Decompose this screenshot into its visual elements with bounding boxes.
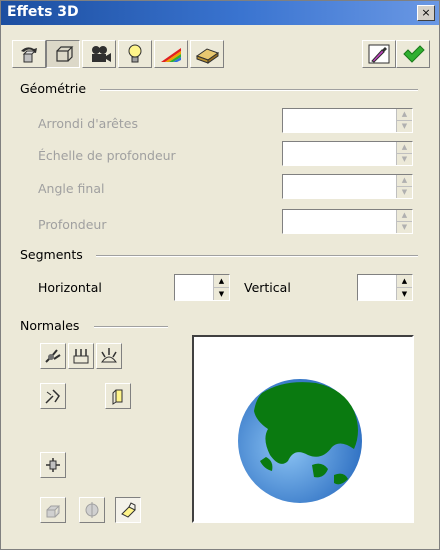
geometry-separator xyxy=(100,89,418,91)
title-bar[interactable]: Effets 3D × xyxy=(1,1,439,25)
convert-to-3d-small-button[interactable] xyxy=(40,497,66,523)
horizontal-segments-field[interactable]: ▲ ▼ xyxy=(174,274,230,301)
eyedropper-icon xyxy=(368,44,390,64)
spherical-normals-button[interactable] xyxy=(96,343,122,369)
material-button[interactable] xyxy=(190,40,224,68)
double-sided-lighting-icon xyxy=(112,389,123,405)
apply-button[interactable] xyxy=(396,40,430,68)
convert-to-lathe-button[interactable] xyxy=(79,497,105,523)
depth-label: Profondeur xyxy=(38,217,107,232)
lightbulb-icon xyxy=(128,44,142,63)
depth-scale-field[interactable]: ▲ ▼ xyxy=(282,141,413,166)
perspective-button[interactable] xyxy=(115,497,141,523)
convert-to-lathe-icon xyxy=(85,502,99,518)
object-specific-normals-icon xyxy=(45,349,61,363)
spin-down-button[interactable]: ▼ xyxy=(397,154,412,166)
material-icon xyxy=(195,48,220,64)
horizontal-label: Horizontal xyxy=(38,280,102,295)
spin-up-button[interactable]: ▲ xyxy=(397,109,412,121)
texture-icon xyxy=(161,48,181,62)
vertical-label: Vertical xyxy=(244,280,291,295)
depth-field[interactable]: ▲ ▼ xyxy=(282,209,413,234)
textures-button[interactable] xyxy=(154,40,188,68)
convert-to-3d-icon xyxy=(21,47,37,63)
invert-normals-button[interactable] xyxy=(40,383,66,409)
edge-rounding-field[interactable]: ▲ ▼ xyxy=(282,108,413,133)
edge-rounding-label: Arrondi d'arêtes xyxy=(38,116,138,131)
vertical-segments-field[interactable]: ▲ ▼ xyxy=(357,274,413,301)
convert-to-3d-small-icon xyxy=(46,505,61,518)
spin-up-button[interactable]: ▲ xyxy=(397,275,412,288)
globe-preview-icon xyxy=(238,379,362,503)
window-title: Effets 3D xyxy=(7,4,79,20)
spin-up-button[interactable]: ▲ xyxy=(214,275,229,288)
spin-down-button[interactable]: ▼ xyxy=(397,288,412,301)
double-sided-lighting-button[interactable] xyxy=(105,383,131,409)
spin-down-button[interactable]: ▼ xyxy=(397,187,412,199)
spin-down-button[interactable]: ▼ xyxy=(397,222,412,234)
invert-normals-icon xyxy=(45,389,60,404)
camera-icon xyxy=(92,46,111,62)
object-specific-normals-button[interactable] xyxy=(40,343,66,369)
camera-button[interactable] xyxy=(82,40,116,68)
geometry-group-label: Géométrie xyxy=(20,81,87,96)
double-sided-button[interactable] xyxy=(40,452,66,478)
depth-scale-label: Échelle de profondeur xyxy=(38,148,176,163)
close-button[interactable]: × xyxy=(417,5,435,21)
close-icon: × xyxy=(421,6,431,19)
spin-up-button[interactable]: ▲ xyxy=(397,210,412,222)
convert-to-3d-button[interactable] xyxy=(12,40,46,68)
spin-up-button[interactable]: ▲ xyxy=(397,175,412,187)
segments-group-label: Segments xyxy=(20,247,83,262)
double-sided-icon xyxy=(46,458,60,472)
geometry-icon xyxy=(56,46,74,62)
assign-button[interactable] xyxy=(362,40,396,68)
end-angle-label: Angle final xyxy=(38,181,105,196)
spin-down-button[interactable]: ▼ xyxy=(214,288,229,301)
spin-down-button[interactable]: ▼ xyxy=(397,121,412,133)
lighting-button[interactable] xyxy=(118,40,152,68)
spherical-normals-icon xyxy=(101,348,117,363)
preview-area xyxy=(192,335,414,523)
flat-normals-icon xyxy=(73,349,89,364)
normals-separator xyxy=(94,326,168,328)
segments-separator xyxy=(96,255,418,257)
checkmark-icon xyxy=(403,45,425,63)
perspective-on-off-icon xyxy=(121,502,136,518)
flat-normals-button[interactable] xyxy=(68,343,94,369)
normals-group-label: Normales xyxy=(20,318,80,333)
spin-up-button[interactable]: ▲ xyxy=(397,142,412,154)
geometry-button[interactable] xyxy=(46,40,80,68)
end-angle-field[interactable]: ▲ ▼ xyxy=(282,174,413,199)
